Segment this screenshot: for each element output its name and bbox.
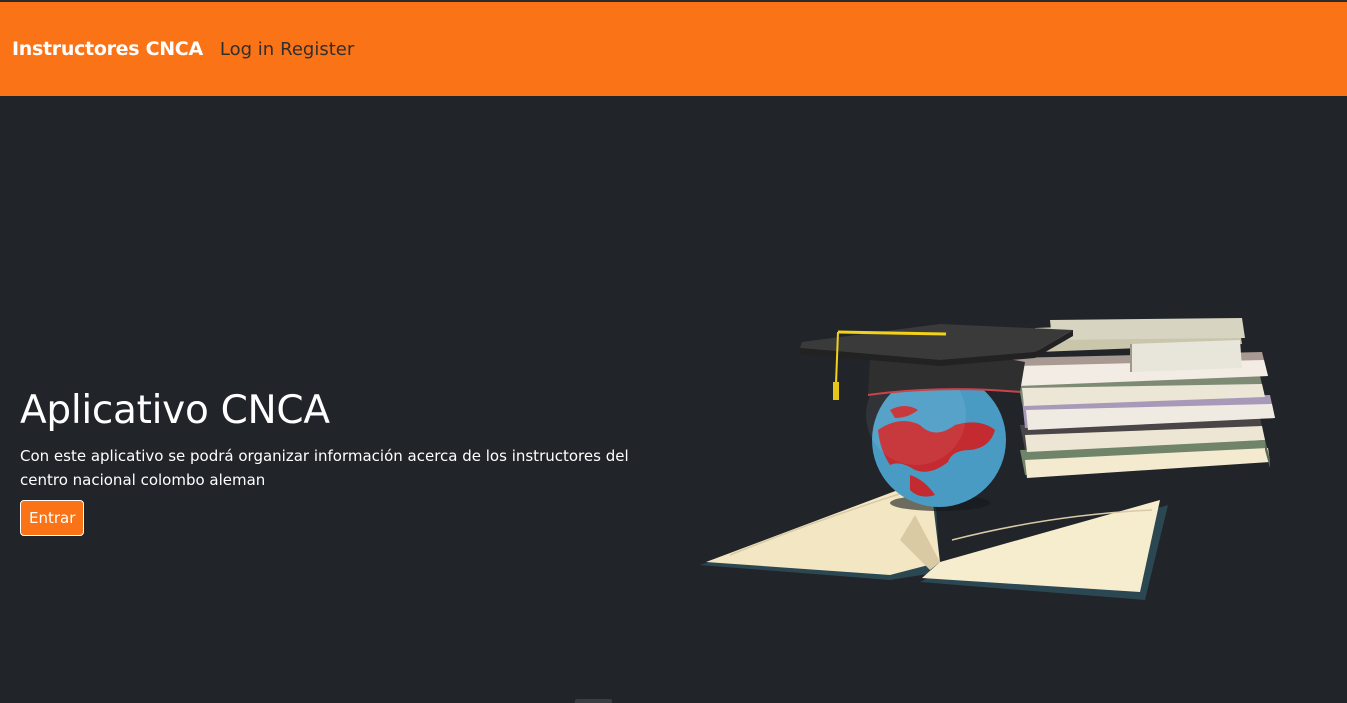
scroll-indicator[interactable] <box>575 699 612 703</box>
entrar-button[interactable]: Entrar <box>20 500 85 536</box>
illustration-svg <box>700 318 1275 600</box>
hero-section: Aplicativo CNCA Con este aplicativo se p… <box>20 388 680 536</box>
hero-title: Aplicativo CNCA <box>20 388 330 433</box>
login-link[interactable]: Log in <box>220 39 274 60</box>
graduation-globe-books-illustration <box>690 300 1310 620</box>
hero-description: Con este aplicativo se podrá organizar i… <box>20 447 629 489</box>
brand-link[interactable]: Instructores CNCA <box>12 38 203 60</box>
register-link[interactable]: Register <box>280 39 354 60</box>
navbar: Instructores CNCA Log in Register <box>0 2 1347 96</box>
